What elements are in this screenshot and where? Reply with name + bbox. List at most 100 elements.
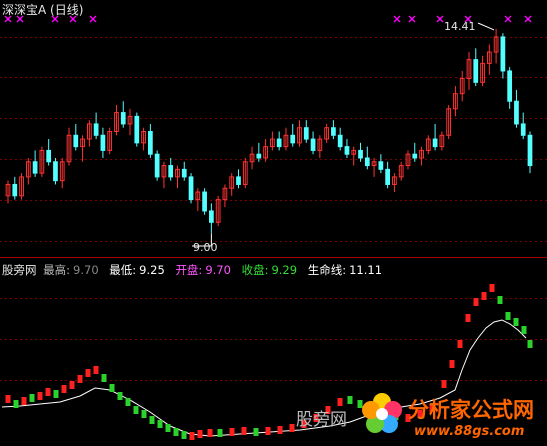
indicator-bar xyxy=(481,292,487,300)
indicator-bar xyxy=(165,424,171,432)
indicator-bar xyxy=(253,428,259,436)
open-label: 开盘: xyxy=(175,263,203,277)
candle-body xyxy=(432,138,438,148)
candle-body xyxy=(100,134,106,151)
lifeline-value: 11.11 xyxy=(349,263,383,277)
indicator-bar xyxy=(449,360,455,368)
indicator-bar xyxy=(45,388,51,396)
indicator-bar xyxy=(77,375,83,383)
watermark-url: www.88gs.com xyxy=(414,424,525,439)
indicator-bar xyxy=(457,340,463,348)
indicator-bar xyxy=(125,398,131,406)
low-label: 最低: xyxy=(109,263,137,277)
candle-body xyxy=(358,149,363,159)
indicator-bar xyxy=(489,284,495,292)
candle-body xyxy=(256,153,262,159)
high-price-label: 14.41 xyxy=(444,20,476,33)
close-label: 收盘: xyxy=(241,263,269,277)
indicator-bar xyxy=(141,410,147,418)
indicator-bar xyxy=(217,429,223,437)
candle-body xyxy=(527,134,533,167)
indicator-bar xyxy=(149,416,155,424)
candle-body xyxy=(500,36,506,72)
candle-body xyxy=(73,134,79,148)
indicator-bar xyxy=(513,318,519,326)
candle-body xyxy=(514,100,519,125)
stock-chart-window: 深深宝A (日线) 14.41 9.00 股旁网 最高: 9.70 最低: 9.25… xyxy=(0,0,547,446)
candle-body xyxy=(364,157,370,167)
candle-body xyxy=(93,123,99,136)
indicator-bar xyxy=(229,428,235,436)
watermark-site: 股旁网 xyxy=(296,410,347,430)
candle-body xyxy=(154,153,160,178)
indicator-bar xyxy=(181,431,187,439)
candle-body xyxy=(385,168,391,185)
indicator-bar xyxy=(29,394,35,402)
indicator-name: 股旁网 xyxy=(2,263,37,277)
indicator-bar xyxy=(241,427,247,435)
high-label: 最高: xyxy=(43,263,71,277)
indicator-bar xyxy=(265,427,271,435)
candle-body xyxy=(168,165,174,178)
candle-body xyxy=(303,127,309,140)
candle-body xyxy=(46,149,52,163)
indicator-bar: 股旁网 最高: 9.70 最低: 9.25 开盘: 9.70 收盘: 9.29 生命线:… xyxy=(2,262,385,278)
indicator-bar xyxy=(117,392,123,400)
indicator-bar xyxy=(505,312,511,320)
chart-title: 深深宝A (日线) xyxy=(2,3,84,17)
open-value: 9.70 xyxy=(205,263,231,277)
candle-body xyxy=(473,59,479,83)
candle-body xyxy=(331,127,336,136)
indicator-bar xyxy=(289,424,295,432)
indicator-bar xyxy=(521,326,527,334)
candle-body xyxy=(202,191,207,212)
indicator-bar xyxy=(157,420,163,428)
indicator-bar xyxy=(69,381,75,389)
indicator-bar xyxy=(473,298,479,306)
indicator-bar xyxy=(101,374,107,382)
candle-body xyxy=(290,134,296,144)
watermark-brand: 分析家公式网 xyxy=(408,398,534,422)
indicator-bar xyxy=(93,366,99,374)
candle-body xyxy=(412,153,418,159)
candle-body xyxy=(344,146,350,155)
indicator-bar xyxy=(465,314,471,322)
candle-body xyxy=(12,183,18,197)
lifeline-label: 生命线: xyxy=(307,263,347,277)
candle-body xyxy=(53,161,58,182)
candle-body xyxy=(181,168,187,178)
chart-canvas[interactable] xyxy=(0,0,547,446)
candle-body xyxy=(337,134,343,148)
indicator-bar xyxy=(197,430,203,438)
candle-body xyxy=(147,131,153,155)
indicator-bar xyxy=(61,385,67,393)
indicator-bar xyxy=(85,369,91,377)
indicator-bar xyxy=(207,429,213,437)
indicator-bar xyxy=(347,396,353,404)
high-value: 9.70 xyxy=(73,263,99,277)
candle-body xyxy=(209,210,214,223)
candle-body xyxy=(507,70,513,102)
indicator-bar xyxy=(527,340,533,348)
indicator-bar xyxy=(37,392,43,400)
candle-body xyxy=(378,161,384,170)
candle-body xyxy=(120,112,126,125)
indicator-bar xyxy=(173,428,179,436)
candle-body xyxy=(520,123,526,136)
close-value: 9.29 xyxy=(271,263,298,277)
indicator-bar xyxy=(5,395,11,403)
indicator-bar xyxy=(53,390,59,398)
low-value: 9.25 xyxy=(139,263,165,277)
indicator-bar xyxy=(13,400,19,408)
candle-body xyxy=(310,138,316,151)
indicator-bar xyxy=(189,432,195,440)
candle-body xyxy=(188,176,194,201)
candle-body xyxy=(134,115,140,144)
indicator-bar xyxy=(109,384,115,392)
candle-body xyxy=(32,161,38,174)
high-pointer xyxy=(477,22,495,31)
indicator-bar xyxy=(497,296,503,304)
candle-body xyxy=(276,138,282,148)
low-price-label: 9.00 xyxy=(193,241,218,254)
indicator-bar xyxy=(21,397,27,405)
